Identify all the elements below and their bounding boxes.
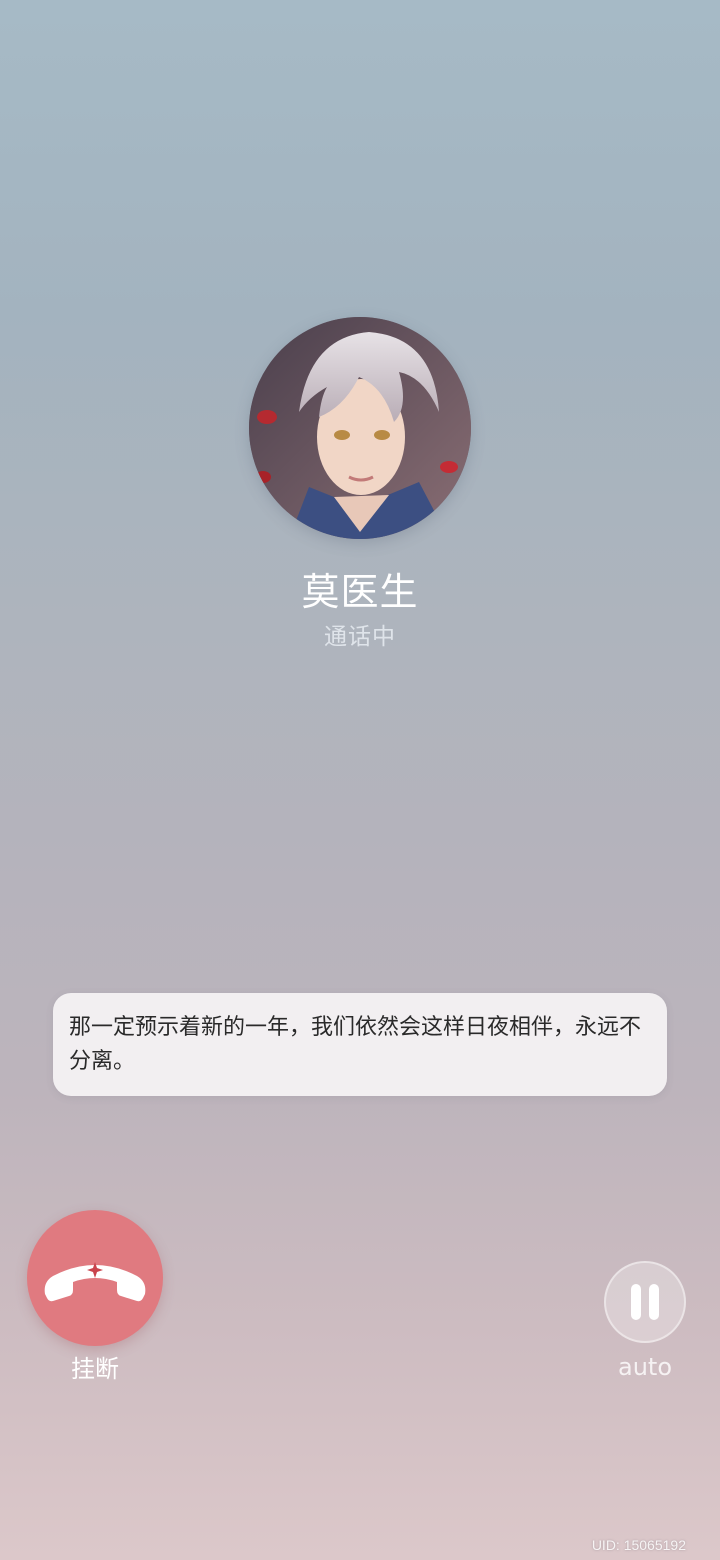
hangup-label[interactable]: 挂断: [27, 1352, 163, 1386]
hangup-button[interactable]: [27, 1210, 163, 1346]
auto-pause-button[interactable]: [604, 1261, 686, 1343]
uid-watermark: UID: 15065192: [591, 1537, 686, 1553]
subtitle-text: 那一定预示着新的一年，我们依然会这样日夜相伴，永远不分离。: [69, 1015, 642, 1074]
auto-label[interactable]: auto: [596, 1350, 694, 1384]
contact-avatar: [249, 317, 471, 539]
pause-icon: [631, 1284, 659, 1320]
avatar-portrait-image: [249, 317, 471, 539]
call-status: 通话中: [324, 624, 396, 650]
subtitle-bubble: 那一定预示着新的一年，我们依然会这样日夜相伴，永远不分离。: [53, 993, 667, 1096]
contact-name: 莫医生: [301, 570, 419, 614]
phone-hangup-icon: [44, 1262, 146, 1302]
